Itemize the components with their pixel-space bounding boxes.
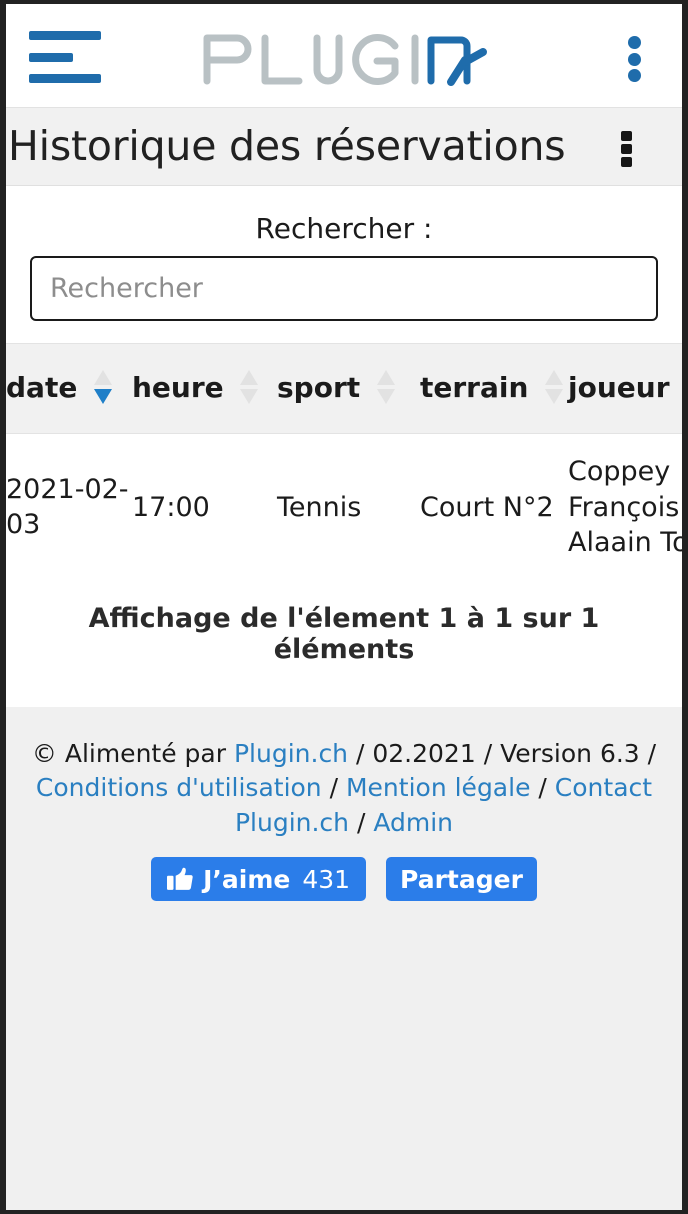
hamburger-icon[interactable] — [29, 31, 101, 83]
dot-3 — [627, 69, 641, 82]
dot-2 — [620, 144, 632, 154]
main-content: Rechercher : date heure — [6, 186, 682, 707]
footer-sep-1: / — [348, 738, 373, 768]
cell-joueur: Coppey François Alaain Tonray — [568, 433, 682, 581]
column-header-date[interactable]: date — [6, 343, 132, 434]
sort-asc-arrow — [240, 370, 259, 385]
dot-3 — [620, 157, 632, 167]
table-body: 2021-02-03 17:00 Tennis Court N°2 Coppey… — [6, 433, 682, 581]
hamburger-bar-2 — [29, 52, 73, 62]
footer-version: Version 6.3 — [500, 738, 640, 768]
search-section: Rechercher : — [6, 186, 682, 343]
facebook-like-label: J’aime — [203, 864, 291, 894]
facebook-share-label: Partager — [400, 864, 523, 894]
footer-sep-4: / — [321, 773, 346, 803]
table-row[interactable]: 2021-02-03 17:00 Tennis Court N°2 Coppey… — [6, 433, 682, 581]
footer-link-plugin[interactable]: Plugin.ch — [234, 739, 348, 768]
search-input[interactable] — [30, 256, 658, 321]
dot-1 — [627, 36, 641, 49]
sort-icon-heure[interactable] — [240, 370, 259, 404]
footer-sep-6: / — [349, 807, 374, 837]
footer-link-terms[interactable]: Conditions d'utilisation — [36, 773, 322, 802]
footer-credits: © Alimenté par Plugin.ch / 02.2021 / Ver… — [28, 737, 660, 841]
footer-date: 02.2021 — [372, 738, 476, 768]
column-label-heure: heure — [132, 371, 224, 404]
reservations-table: date heure sport terrain joueur 2021-02-… — [6, 343, 682, 581]
page-title-bar: Historique des réservations — [6, 108, 682, 186]
sort-icon-date[interactable] — [94, 370, 113, 404]
page-title: Historique des réservations — [8, 122, 566, 170]
page-more-vertical-icon[interactable] — [620, 131, 632, 167]
column-header-heure[interactable]: heure — [132, 343, 277, 434]
footer-sep-3: / — [639, 738, 657, 768]
sort-asc-arrow — [376, 370, 395, 385]
sort-icon-terrain[interactable] — [545, 370, 564, 404]
cell-date: 2021-02-03 — [6, 433, 132, 581]
page-footer: © Alimenté par Plugin.ch / 02.2021 / Ver… — [6, 706, 682, 902]
table-header-row: date heure sport terrain joueur — [6, 343, 682, 434]
plugin-logo[interactable] — [6, 26, 682, 88]
hamburger-bar-3 — [29, 74, 101, 83]
footer-sep-2: / — [475, 738, 501, 768]
hamburger-bar-1 — [29, 31, 101, 40]
column-label-date: date — [6, 371, 78, 404]
reservations-table-scroll[interactable]: date heure sport terrain joueur 2021-02-… — [6, 343, 682, 581]
thumbs-up-icon — [167, 867, 193, 891]
dot-1 — [620, 131, 632, 141]
footer-sep-5: / — [530, 773, 555, 803]
column-label-sport: sport — [277, 371, 361, 404]
column-label-terrain: terrain — [420, 371, 529, 404]
facebook-share-button[interactable]: Partager — [386, 857, 537, 902]
more-vertical-icon[interactable] — [626, 36, 642, 82]
column-header-sport[interactable]: sport — [277, 343, 420, 434]
sort-desc-arrow — [240, 389, 259, 404]
sort-desc-arrow — [545, 389, 564, 404]
footer-link-admin[interactable]: Admin — [373, 808, 453, 837]
facebook-like-button[interactable]: J’aime 431 — [151, 857, 367, 902]
footer-link-legal[interactable]: Mention légale — [346, 773, 530, 802]
sort-desc-arrow — [376, 389, 395, 404]
search-label: Rechercher : — [255, 212, 433, 245]
cell-heure: 17:00 — [132, 433, 277, 581]
sort-asc-arrow — [94, 370, 113, 385]
column-header-terrain[interactable]: terrain — [420, 343, 568, 434]
column-label-joueur: joueur — [568, 371, 670, 404]
cell-terrain: Court N°2 — [420, 433, 568, 581]
sort-asc-arrow — [545, 370, 564, 385]
footer-copyright-prefix: © Alimenté par — [31, 738, 234, 768]
cell-sport: Tennis — [277, 433, 420, 581]
table-info-text: Affichage de l'élement 1 à 1 sur 1 éléme… — [6, 580, 682, 707]
top-navigation-bar — [6, 4, 682, 108]
social-buttons: J’aime 431 Partager — [28, 857, 660, 902]
column-header-joueur[interactable]: joueur — [568, 343, 682, 434]
dot-2 — [627, 52, 641, 66]
sort-desc-arrow — [94, 389, 113, 404]
table-head: date heure sport terrain joueur — [6, 343, 682, 434]
app-window: Historique des réservations Rechercher :… — [0, 0, 688, 1214]
facebook-like-count: 431 — [302, 864, 351, 894]
sort-icon-sport[interactable] — [376, 370, 395, 404]
